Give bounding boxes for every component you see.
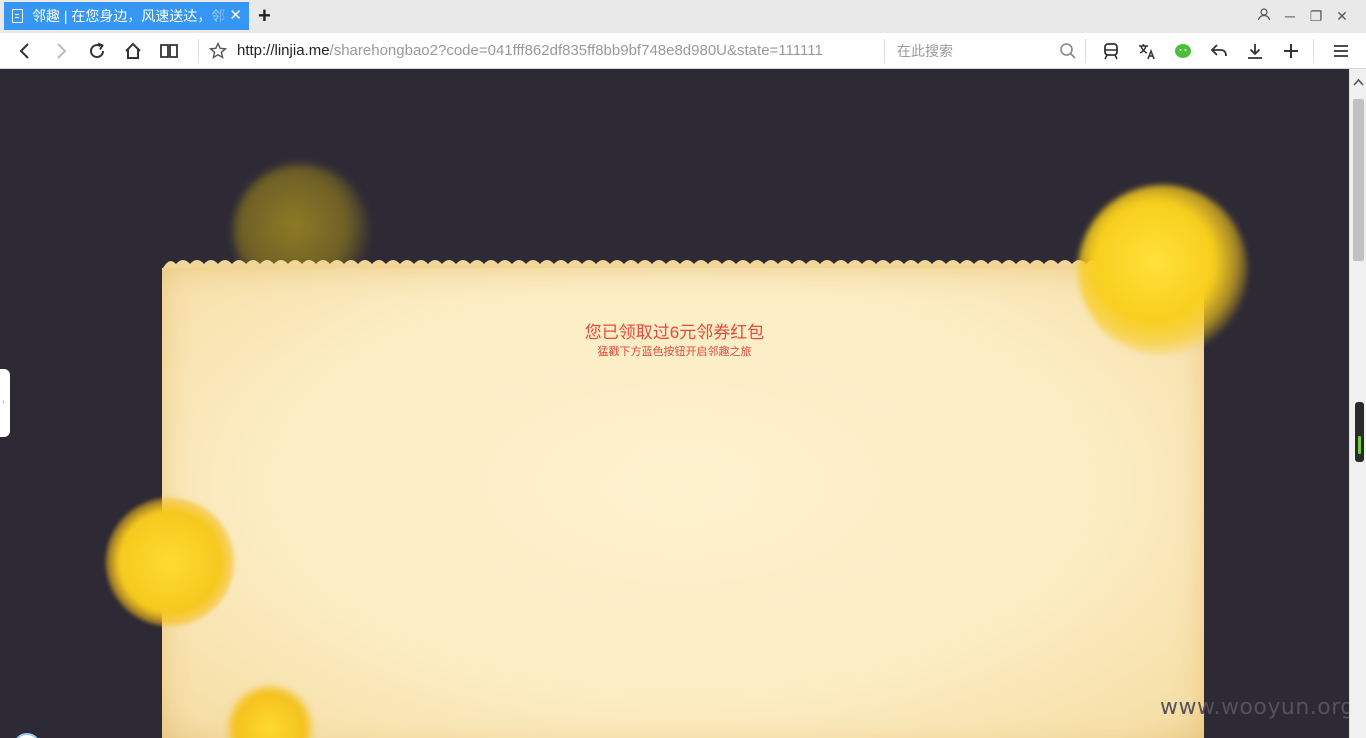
reload-icon[interactable] [84,38,110,64]
url-host: http://linjia.me [237,42,330,59]
divider [198,39,199,63]
scrollbar[interactable] [1349,69,1366,738]
menu-icon[interactable] [1328,38,1354,64]
download-icon[interactable] [1242,38,1268,64]
new-tab-button[interactable]: + [258,4,271,28]
watermark: www.wooyun.org [1160,695,1349,720]
active-tab[interactable]: 邻趣 | 在您身边，风速送达，邻 ✕ [4,2,249,30]
tab-close-button[interactable]: ✕ [229,7,242,25]
scroll-up-icon[interactable] [1350,77,1366,91]
user-icon[interactable] [1255,7,1273,25]
divider [1313,39,1314,63]
search-input[interactable]: 在此搜索 [897,42,953,60]
restore-button[interactable]: ❐ [1307,7,1325,25]
side-indicator[interactable] [1355,402,1364,462]
address-bar[interactable]: http://linjia.me/sharehongbao2?code=041f… [237,41,823,61]
title-bar: 邻趣 | 在您身边，风速送达，邻 ✕ + ─ ❐ ✕ [0,0,1366,33]
coin-decoration [1078,185,1248,355]
wechat-icon[interactable] [1170,38,1196,64]
close-window-button[interactable]: ✕ [1333,7,1351,25]
divider [1085,39,1086,63]
side-panel-handle[interactable]: › [0,369,10,437]
url-path: /sharehongbao2?code=041fff862df835ff8bb9… [329,42,823,59]
tab-title: 邻趣 | 在您身边，风速送达，邻 [32,8,226,24]
train-icon[interactable] [1098,38,1124,64]
page-icon [12,9,23,23]
minimize-button[interactable]: ─ [1281,7,1299,25]
forward-icon[interactable] [48,38,74,64]
scroll-thumb[interactable] [1353,99,1364,261]
undo-icon[interactable] [1206,38,1232,64]
reading-mode-icon[interactable] [156,38,182,64]
coin-decoration [105,497,235,627]
home-icon[interactable] [120,38,146,64]
chevron-right-icon: › [2,397,5,406]
translate-icon[interactable] [1134,38,1160,64]
back-icon[interactable] [12,38,38,64]
navigation-bar: http://linjia.me/sharehongbao2?code=041f… [0,33,1366,69]
star-icon[interactable] [205,38,231,64]
search-icon[interactable] [1055,38,1081,64]
page-viewport: 您已领取过6元邻券红包 猛戳下方蓝色按钮开启邻趣之旅 › www.wooyun.… [0,69,1349,738]
divider [884,39,885,63]
plus-icon[interactable] [1278,38,1304,64]
floating-button[interactable] [13,733,41,738]
